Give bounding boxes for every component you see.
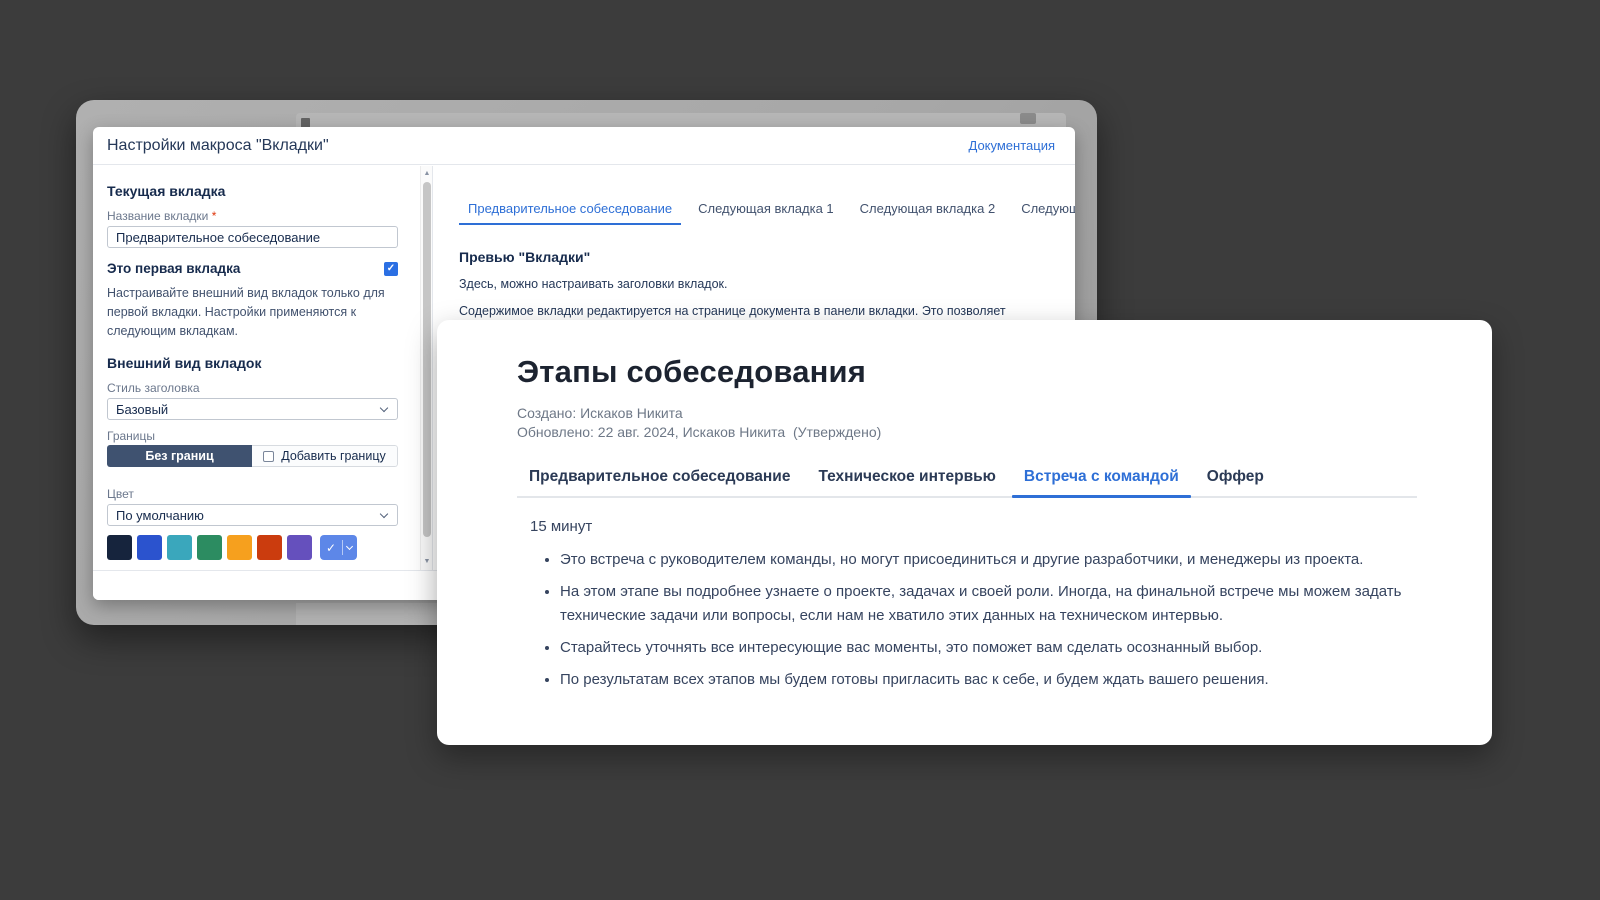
- page-meta: Создано: Искаков Никита Обновлено: 22 ав…: [517, 404, 1417, 442]
- preview-paragraph-2: Содержимое вкладки редактируется на стра…: [459, 303, 1057, 319]
- list-item: По результатам всех этапов мы будем гото…: [560, 668, 1415, 692]
- chevron-down-icon[interactable]: [343, 546, 356, 549]
- documentation-link[interactable]: Документация: [969, 138, 1056, 153]
- borders-add-label: Добавить границу: [281, 449, 385, 463]
- chevron-down-icon: [380, 510, 388, 518]
- first-tab-checkbox[interactable]: ✓: [384, 262, 398, 276]
- first-tab-help: Настраивайте внешний вид вкладок только …: [107, 284, 402, 341]
- preview-paragraph-1: Здесь, можно настраивать заголовки вклад…: [459, 276, 1057, 292]
- card-tab-team-meeting[interactable]: Встреча с командой: [1012, 468, 1191, 496]
- color-label: Цвет: [107, 487, 398, 501]
- first-tab-label: Это первая вкладка: [107, 261, 240, 276]
- tab-name-label: Название вкладки *: [107, 209, 398, 223]
- list-item: Старайтесь уточнять все интересующие вас…: [560, 636, 1415, 660]
- updated-by: Обновлено: 22 авг. 2024, Искаков Никита …: [517, 423, 1417, 442]
- header-style-label: Стиль заголовка: [107, 381, 398, 395]
- required-asterisk: *: [212, 209, 217, 223]
- preview-tab-strip: Предварительное собеседование Следующая …: [459, 201, 1057, 227]
- preview-heading: Превью "Вкладки": [459, 249, 1057, 265]
- swatch-teal[interactable]: [167, 535, 192, 560]
- preview-tab-4[interactable]: Следующ: [1012, 201, 1075, 225]
- section-appearance: Внешний вид вкладок: [107, 354, 398, 372]
- borders-off-button[interactable]: Без границ: [107, 445, 252, 467]
- interview-stages-card: Этапы собеседования Создано: Искаков Ник…: [437, 320, 1492, 745]
- preview-tab-3[interactable]: Следующая вкладка 2: [851, 201, 1005, 225]
- swatch-orange[interactable]: [227, 535, 252, 560]
- swatch-dark-navy[interactable]: [107, 535, 132, 560]
- list-item: Это встреча с руководителем команды, но …: [560, 548, 1415, 572]
- color-select[interactable]: По умолчанию: [107, 504, 398, 526]
- dialog-header: Настройки макроса "Вкладки" Документация: [93, 127, 1075, 165]
- dialog-title: Настройки макроса "Вкладки": [107, 137, 329, 155]
- color-swatches: ✓: [107, 535, 398, 560]
- swatch-red[interactable]: [257, 535, 282, 560]
- scrollbar-thumb[interactable]: [423, 182, 431, 537]
- form-scrollbar[interactable]: ▲ ▼: [420, 166, 432, 570]
- background-toolbar-icon: [1020, 113, 1036, 124]
- duration-text: 15 минут: [530, 518, 1417, 535]
- swatch-purple[interactable]: [287, 535, 312, 560]
- swatch-green[interactable]: [197, 535, 222, 560]
- card-tab-preliminary[interactable]: Предварительное собеседование: [517, 468, 802, 496]
- first-tab-row: Это первая вкладка ✓: [107, 261, 398, 276]
- card-tab-offer[interactable]: Оффер: [1195, 468, 1276, 496]
- borders-label: Границы: [107, 429, 398, 443]
- tab-name-input[interactable]: [107, 226, 398, 248]
- bullet-list: Это встреча с руководителем команды, но …: [530, 548, 1415, 692]
- section-current-tab: Текущая вкладка: [107, 182, 398, 200]
- tab-name-label-text: Название вкладки: [107, 209, 212, 223]
- color-value: По умолчанию: [116, 508, 204, 523]
- apply-color-split-button[interactable]: ✓: [320, 535, 357, 560]
- settings-form: Текущая вкладка Название вкладки * Это п…: [93, 166, 420, 570]
- page-title: Этапы собеседования: [517, 354, 1417, 390]
- header-style-value: Базовый: [116, 402, 168, 417]
- card-tab-technical[interactable]: Техническое интервью: [806, 468, 1007, 496]
- check-icon: ✓: [320, 541, 342, 555]
- list-item: На этом этапе вы подробнее узнаете о про…: [560, 580, 1415, 628]
- borders-segmented-control: Без границ Добавить границу: [107, 445, 398, 467]
- borders-add-checkbox[interactable]: [263, 451, 274, 462]
- preview-tab-2[interactable]: Следующая вкладка 1: [689, 201, 843, 225]
- chevron-down-icon: [380, 404, 388, 412]
- borders-add-button[interactable]: Добавить границу: [252, 445, 398, 467]
- preview-tab-1[interactable]: Предварительное собеседование: [459, 201, 681, 225]
- card-tab-content: 15 минут Это встреча с руководителем ком…: [517, 518, 1417, 692]
- header-style-select[interactable]: Базовый: [107, 398, 398, 420]
- swatch-blue[interactable]: [137, 535, 162, 560]
- card-tab-strip: Предварительное собеседование Техническо…: [517, 468, 1417, 498]
- check-icon: ✓: [387, 263, 395, 274]
- created-by: Создано: Искаков Никита: [517, 404, 1417, 423]
